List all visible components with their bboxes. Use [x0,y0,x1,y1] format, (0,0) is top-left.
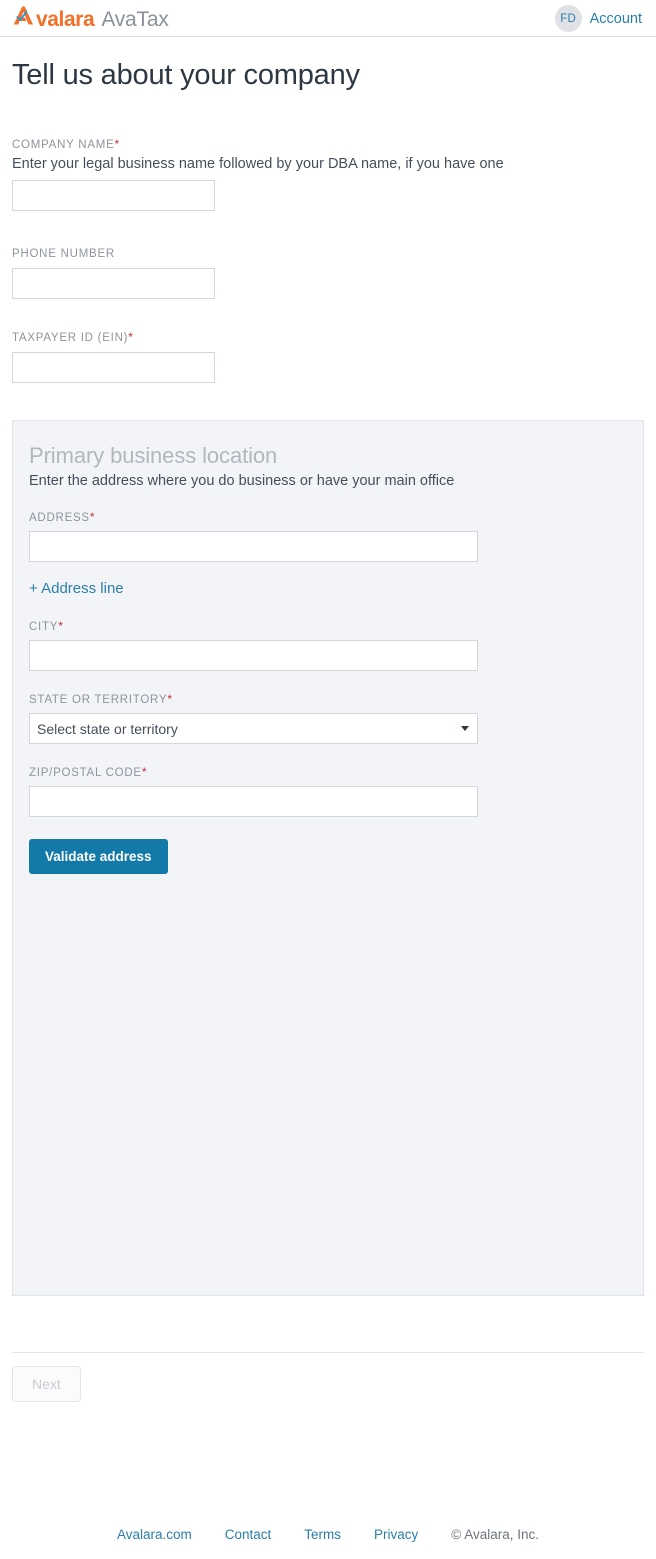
required-asterisk: * [141,765,148,779]
panel-subtitle: Enter the address where you do business … [29,473,455,489]
page-content: Tell us about your company COMPANY NAME*… [0,59,656,1402]
phone-number-label-text: PHONE NUMBER [12,248,115,260]
zip-label: ZIP/POSTAL CODE* [29,765,627,779]
avalara-a-icon [13,6,34,25]
address-label: ADDRESS* [29,510,627,524]
city-label-text: CITY [29,621,59,633]
state-select[interactable]: Select state or territory [29,713,478,744]
field-zip-postal-code: ZIP/POSTAL CODE* [29,765,627,817]
zip-input[interactable] [29,786,478,817]
footer-link-terms[interactable]: Terms [304,1527,341,1542]
panel-title: Primary business location [29,443,278,468]
footer-divider [12,1352,644,1353]
state-select-wrapper[interactable]: Select state or territory [29,713,478,744]
company-name-input[interactable] [12,180,215,211]
field-state-or-territory: STATE OR TERRITORY* Select state or terr… [29,692,627,744]
state-label-text: STATE OR TERRITORY [29,694,168,706]
phone-number-input[interactable] [12,268,215,299]
zip-label-text: ZIP/POSTAL CODE [29,767,142,779]
footer-link-contact[interactable]: Contact [225,1527,272,1542]
logo-wordmark: valara [36,8,95,31]
footer-link-privacy[interactable]: Privacy [374,1527,418,1542]
field-address: ADDRESS* [29,510,627,562]
company-name-label-text: COMPANY NAME [12,139,115,151]
copyright-text: © Avalara, Inc. [451,1527,540,1542]
required-asterisk: * [58,619,64,633]
field-company-name: COMPANY NAME* Enter your legal business … [12,137,644,211]
primary-business-location-panel: Primary business location Enter the addr… [12,420,644,1296]
required-asterisk: * [167,692,173,706]
taxpayer-id-input[interactable] [12,352,215,383]
account-link[interactable]: Account [590,11,642,27]
company-name-help: Enter your legal business name followed … [12,156,504,172]
address-input[interactable] [29,531,478,562]
logo-product-name: AvaTax [101,8,169,31]
site-footer: Avalara.com Contact Terms Privacy © Aval… [0,1527,656,1542]
city-input[interactable] [29,640,478,671]
next-button[interactable]: Next [12,1366,81,1402]
add-address-line-link[interactable]: + Address line [29,580,124,597]
state-label: STATE OR TERRITORY* [29,692,627,706]
city-label: CITY* [29,619,627,633]
field-taxpayer-id: TAXPAYER ID (EIN)* [12,330,644,383]
page-title: Tell us about your company [12,59,360,91]
validate-address-button[interactable]: Validate address [29,839,168,874]
top-bar: valara AvaTax FD Account [0,0,656,37]
required-asterisk: * [114,137,120,151]
avalara-logo[interactable]: valara AvaTax [12,5,169,31]
required-asterisk: * [128,330,134,344]
footer-link-avalara-com[interactable]: Avalara.com [117,1527,192,1542]
field-city: CITY* [29,619,627,671]
taxpayer-id-label: TAXPAYER ID (EIN)* [12,330,644,344]
avatar: FD [554,5,582,32]
required-asterisk: * [89,510,96,524]
company-name-label: COMPANY NAME* [12,137,644,151]
field-phone-number: PHONE NUMBER [12,246,644,299]
address-label-text: ADDRESS [29,512,90,524]
phone-number-label: PHONE NUMBER [12,246,644,260]
account-area[interactable]: FD Account [554,5,642,32]
taxpayer-id-label-text: TAXPAYER ID (EIN) [12,332,129,344]
